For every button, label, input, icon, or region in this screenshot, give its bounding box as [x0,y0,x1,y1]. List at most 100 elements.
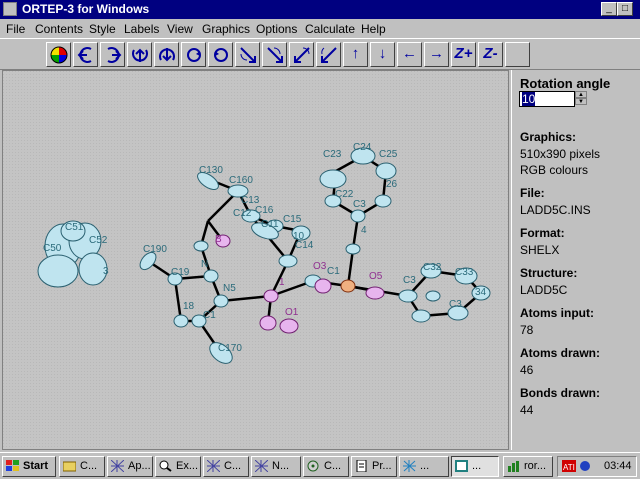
menu-contents[interactable]: Contents [35,22,83,36]
menu-calculate[interactable]: Calculate [305,22,355,36]
rotate-xy-3-icon[interactable] [289,42,314,67]
structure-label: Structure: [520,266,578,280]
atoms-drawn-value: 46 [520,363,534,377]
rotate-y-up-icon[interactable] [127,42,152,67]
windows-logo-icon [6,460,19,471]
label-c26: 26 [386,179,398,190]
arrow-left-icon[interactable]: ← [397,42,422,67]
rotation-angle-value: 10 [522,92,536,106]
rotate-xy-2-icon[interactable] [262,42,287,67]
task-button-1[interactable]: C... [59,456,105,477]
window-title: ORTEP-3 for Windows [22,2,150,16]
label-c34: 34 [475,287,487,298]
label-c35: C3 [449,299,462,310]
label-c25: C25 [379,149,398,160]
label-c51: C51 [65,222,84,233]
rotation-angle-input[interactable]: 10 [519,91,575,107]
rotate-z-ccw-icon[interactable] [181,42,206,67]
arrow-up-icon[interactable]: ↑ [343,42,368,67]
speaker-icon[interactable] [578,460,592,472]
chart-icon [508,461,519,472]
graphics-size: 510x390 pixels [520,147,601,161]
label-c14: C14 [295,240,314,251]
task-button-8[interactable]: ... [399,456,449,477]
rotate-xy-1-icon[interactable] [235,42,260,67]
grid-app-icon [207,460,220,472]
graphics-label: Graphics: [520,130,577,144]
arrow-right-icon[interactable]: → [424,42,449,67]
label-c12: C12 [233,208,252,219]
grid-app-icon [255,460,268,472]
ortep-app-icon[interactable] [3,2,17,16]
task-button-6[interactable]: C... [303,456,349,477]
rotate-z-cw-icon[interactable] [208,42,233,67]
label-c130: C130 [199,165,223,176]
z-plus-icon[interactable]: Z+ [451,42,476,67]
bonds-drawn-value: 44 [520,403,534,417]
task-button-5[interactable]: N... [251,456,301,477]
rotation-angle-spinner[interactable]: ▲ ▼ [575,91,587,107]
label-c170: C170 [218,343,242,354]
menu-labels[interactable]: Labels [124,22,159,36]
label-n: N [201,259,208,270]
disc-icon [307,460,319,472]
label-c50: C50 [43,243,62,254]
label-o5: O5 [369,271,383,282]
task-button-10[interactable]: ror... [503,456,553,477]
maximize-button[interactable]: □ [617,2,633,16]
structure-value: LADD5C [520,283,568,297]
label-c24: C24 [353,142,372,153]
task-button-2[interactable]: Ap... [107,456,153,477]
menu-file[interactable]: File [6,22,25,36]
task-button-3[interactable]: Ex... [155,456,201,477]
menu-help[interactable]: Help [361,22,386,36]
color-wheel-icon[interactable] [46,42,71,67]
label-c15: C15 [283,214,302,225]
menu-graphics[interactable]: Graphics [202,22,250,36]
label-c4: 4 [361,225,367,236]
rotate-x-right-icon[interactable] [100,42,125,67]
z-minus-icon[interactable]: Z- [478,42,503,67]
label-c52: C52 [89,235,108,246]
ortep-task-icon [455,460,468,472]
label-c1x: C1 [327,266,340,277]
svg-text:ATI: ATI [563,463,575,472]
label-c160: C160 [229,175,253,186]
explorer-icon [159,460,172,472]
rotate-xy-4-icon[interactable] [316,42,341,67]
arrow-down-icon[interactable]: ↓ [370,42,395,67]
menu-style[interactable]: Style [89,22,116,36]
rotate-y-down-icon[interactable] [154,42,179,67]
graphics-canvas[interactable]: C130 C160 C13 C12 C16 C11 C15 10 C14 N C… [2,70,509,450]
ati-icon[interactable]: ATI [562,460,576,472]
ortep-molecule-drawing: C130 C160 C13 C12 C16 C11 C15 10 C14 N C… [3,71,508,449]
label-o1: O1 [285,307,299,318]
task-button-7[interactable]: Pr... [351,456,397,477]
format-value: SHELX [520,243,560,257]
spin-down-icon[interactable]: ▼ [575,98,587,105]
document-icon [356,460,367,472]
label-n5: N5 [223,283,236,294]
rotate-x-left-icon[interactable] [73,42,98,67]
menu-options[interactable]: Options [256,22,297,36]
rotation-angle-label: Rotation angle [520,76,611,91]
system-tray: ATI 03:44 [557,456,637,477]
label-c18: 18 [183,301,195,312]
start-button[interactable]: Start [2,456,56,477]
label-c11: C11 [261,219,279,230]
blank-toolbar-button[interactable] [505,42,530,67]
atoms-input-label: Atoms input: [520,306,594,320]
menu-view[interactable]: View [167,22,193,36]
minimize-button[interactable]: _ [601,2,617,16]
label-c33: C33 [455,267,474,278]
menu-bar: File Contents Style Labels View Graphics… [0,19,640,38]
label-c1: C1 [203,310,216,321]
spin-up-icon[interactable]: ▲ [575,91,587,98]
format-label: Format: [520,226,565,240]
title-bar: ORTEP-3 for Windows _ □ [0,0,640,19]
task-button-ortep[interactable]: ... [451,456,499,477]
label-c19: C19 [171,267,190,278]
label-c16: C16 [255,205,274,216]
label-c3: C3 [353,199,366,210]
task-button-4[interactable]: C... [203,456,249,477]
